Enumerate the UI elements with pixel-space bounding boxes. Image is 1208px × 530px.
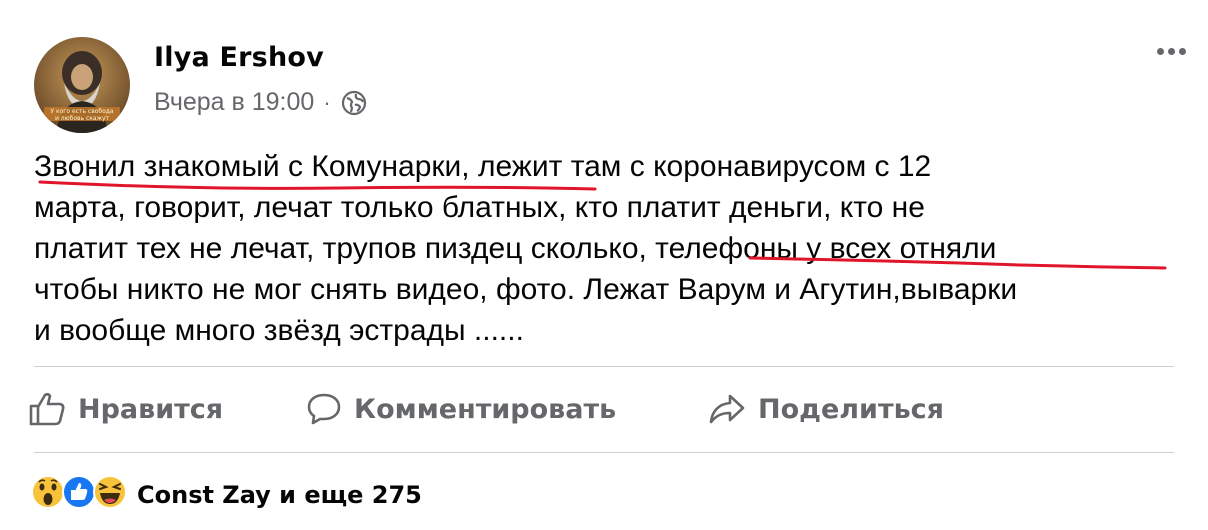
like-button[interactable]: Нравится xyxy=(28,391,306,427)
more-dot xyxy=(1157,48,1164,55)
post-line: чтобы никто не мог снять видео, фото. Ле… xyxy=(34,273,1018,306)
more-options-icon[interactable] xyxy=(1157,48,1186,55)
post-line: платит тех не лечат, трупов пиздец сколь… xyxy=(34,232,997,265)
svg-text:У кого есть свобода: У кого есть свобода xyxy=(50,108,114,115)
share-label: Поделиться xyxy=(758,393,945,425)
post-meta: Вчера в 19:00 · xyxy=(154,88,367,117)
post-timestamp[interactable]: Вчера в 19:00 xyxy=(154,88,314,117)
comment-label: Комментировать xyxy=(354,393,617,425)
post-line: Звонил знакомый с Комунарки, лежит там с… xyxy=(34,150,932,183)
share-icon xyxy=(709,394,745,424)
like-icon xyxy=(29,392,65,426)
post-actions: Нравится Комментировать Поделиться xyxy=(28,384,1178,434)
more-dot xyxy=(1179,48,1186,55)
comment-icon xyxy=(307,393,341,425)
comment-button[interactable]: Комментировать xyxy=(306,392,708,426)
author-avatar[interactable]: У кого есть свобода и любовь скажут xyxy=(34,37,130,133)
avatar-image: У кого есть свобода и любовь скажут xyxy=(34,37,130,133)
reactions-count[interactable]: Const Zay и еще 275 xyxy=(137,481,422,509)
post-text: Звонил знакомый с Комунарки, лежит там с… xyxy=(34,146,1184,351)
reactions-summary[interactable]: Const Zay и еще 275 xyxy=(30,474,422,515)
author-name[interactable]: Ilya Ershov xyxy=(154,42,324,73)
like-label: Нравится xyxy=(78,393,224,425)
globe-icon[interactable] xyxy=(341,90,367,116)
post-line: марта, говорит, лечат только блатных, кт… xyxy=(34,191,925,224)
share-button[interactable]: Поделиться xyxy=(708,393,944,425)
post-line: и вообще много звёзд эстрады ...... xyxy=(34,314,524,347)
reaction-icons xyxy=(30,474,127,515)
more-dot xyxy=(1168,48,1175,55)
divider xyxy=(34,452,1174,453)
meta-separator: · xyxy=(323,89,331,115)
haha-reaction-icon xyxy=(92,474,128,515)
divider xyxy=(34,366,1174,367)
svg-text:и любовь скажут: и любовь скажут xyxy=(55,115,110,122)
